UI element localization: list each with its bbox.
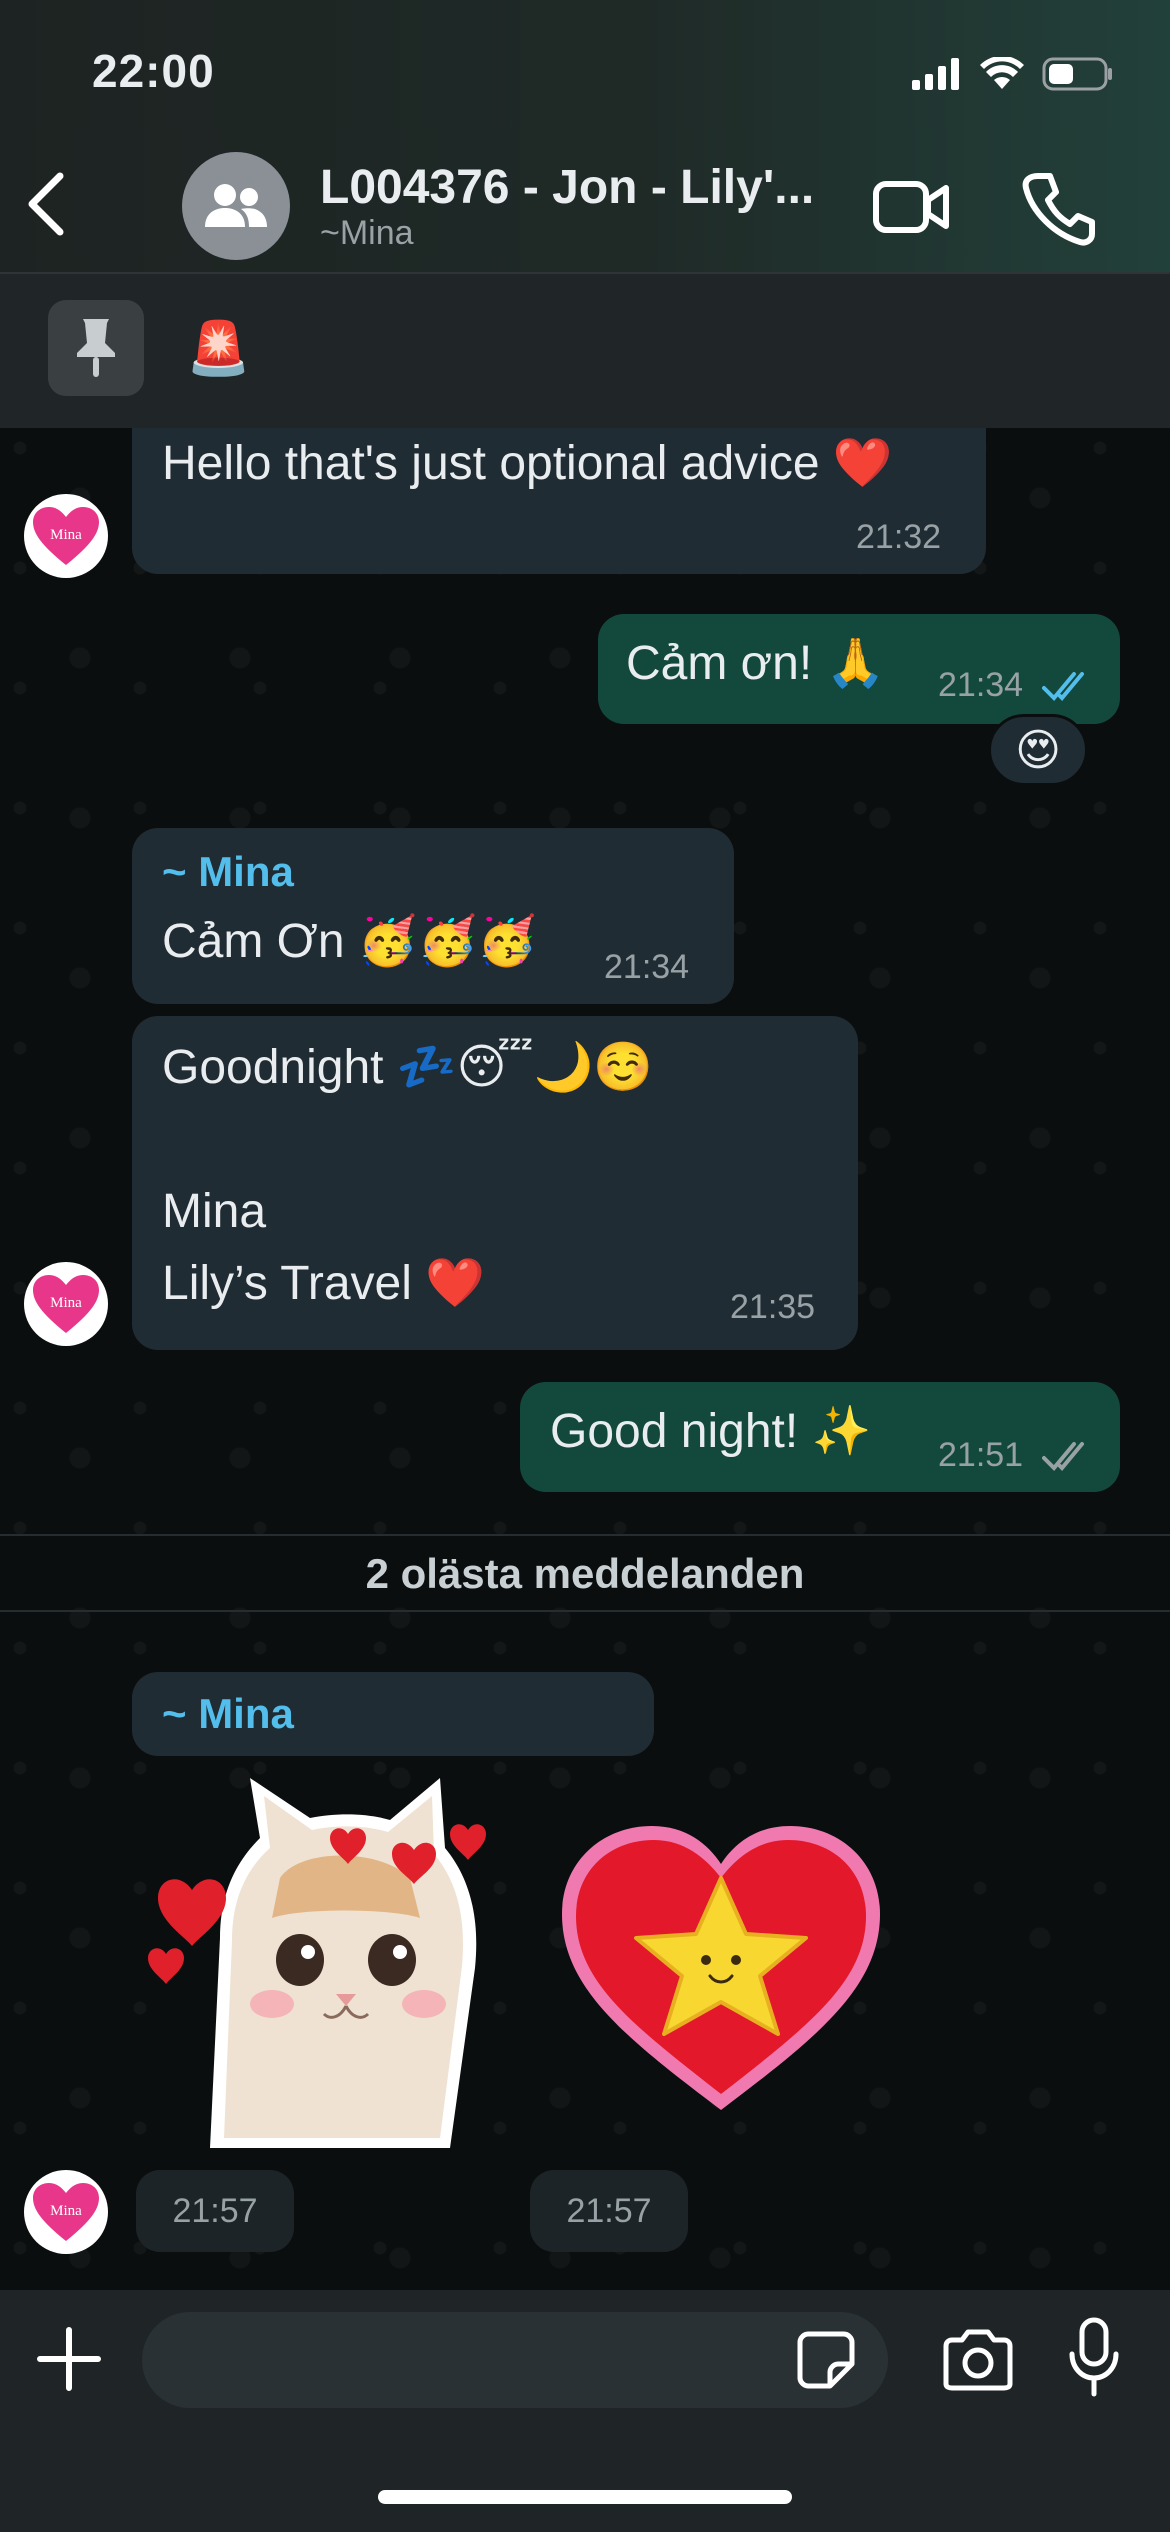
cat-sticker-image <box>148 1778 486 2148</box>
message-text: Goodnight 💤😴🌙☺️ Mina Lily’s Travel ❤️ <box>162 1041 654 1310</box>
pinned-bar <box>0 272 1170 428</box>
heart-avatar-icon: Mina <box>33 507 99 565</box>
sticker-cat[interactable] <box>140 1768 510 2148</box>
read-receipt-icon <box>1042 672 1084 701</box>
unread-messages-label: 2 olästa meddelanden <box>365 1550 805 1597</box>
microphone-button[interactable] <box>1066 2316 1122 2400</box>
sender-name[interactable]: ~ Mina <box>162 1690 294 1738</box>
avatar-label: Mina <box>50 527 82 543</box>
signal-icon <box>912 58 959 90</box>
sticker-time: 21:57 <box>530 2170 688 2252</box>
message-time: 21:51 <box>938 1436 1024 1474</box>
status-time: 22:00 <box>92 45 215 97</box>
unread-divider-line <box>0 1610 1170 1612</box>
sticker-heart-star[interactable] <box>556 1818 886 2118</box>
pinned-siren-emoji[interactable]: 🚨 <box>186 318 251 379</box>
group-icon <box>205 184 267 227</box>
pinned-message-button[interactable] <box>48 300 144 396</box>
avatar[interactable]: Mina <box>24 494 108 578</box>
pin-icon <box>77 319 115 377</box>
heart-avatar-icon: Mina <box>33 1275 99 1333</box>
video-call-button[interactable] <box>872 172 952 242</box>
heart-star-sticker-image <box>562 1826 880 2110</box>
voice-call-button[interactable] <box>1018 168 1098 248</box>
plus-icon <box>37 2327 101 2391</box>
attach-button[interactable] <box>34 2324 104 2394</box>
message-time: 21:34 <box>604 948 690 986</box>
avatar-label: Mina <box>50 1295 82 1311</box>
heart-avatar-icon: Mina <box>33 2183 99 2241</box>
sender-name[interactable]: ~ Mina <box>162 848 294 896</box>
unread-divider-line <box>0 1534 1170 1536</box>
top-header <box>0 0 1170 272</box>
sticker-button[interactable] <box>796 2330 856 2390</box>
sticker-icon <box>797 2331 855 2389</box>
message-input[interactable] <box>142 2312 888 2408</box>
message-reaction[interactable]: 😍 <box>988 714 1088 786</box>
message-time: 21:35 <box>730 1288 816 1326</box>
chevron-left-icon <box>28 172 64 236</box>
avatar-label: Mina <box>50 2203 82 2219</box>
battery-icon <box>1042 57 1112 91</box>
chat-subtitle: ~Mina <box>320 214 414 252</box>
status-icons <box>912 54 1114 94</box>
delivered-receipt-icon <box>1042 1442 1084 1471</box>
camera-icon <box>943 2329 1013 2391</box>
message-time: 21:34 <box>938 666 1024 704</box>
chat-area[interactable]: Hello that's just optional advice ❤️ 21:… <box>0 428 1170 2290</box>
wifi-icon <box>980 57 1024 89</box>
chat-title[interactable]: L004376 - Jon - Lily'... <box>320 160 860 215</box>
message-text: Cảm Ơn 🥳🥳🥳 <box>162 915 538 968</box>
video-camera-icon <box>873 181 949 233</box>
message-text: Cảm ơn! 🙏 <box>626 637 886 690</box>
message-text: Good night! ✨ <box>550 1405 872 1458</box>
microphone-icon <box>1069 2317 1119 2397</box>
message-time: 21:32 <box>856 518 942 556</box>
camera-button[interactable] <box>940 2326 1016 2394</box>
home-indicator <box>378 2490 792 2504</box>
back-button[interactable] <box>18 168 78 238</box>
message-text: Hello that's just optional advice ❤️ <box>162 437 893 490</box>
sticker-time: 21:57 <box>136 2170 294 2252</box>
avatar[interactable]: Mina <box>24 2170 108 2254</box>
avatar[interactable]: Mina <box>24 1262 108 1346</box>
group-avatar[interactable] <box>182 152 290 260</box>
phone-icon <box>1022 173 1095 246</box>
